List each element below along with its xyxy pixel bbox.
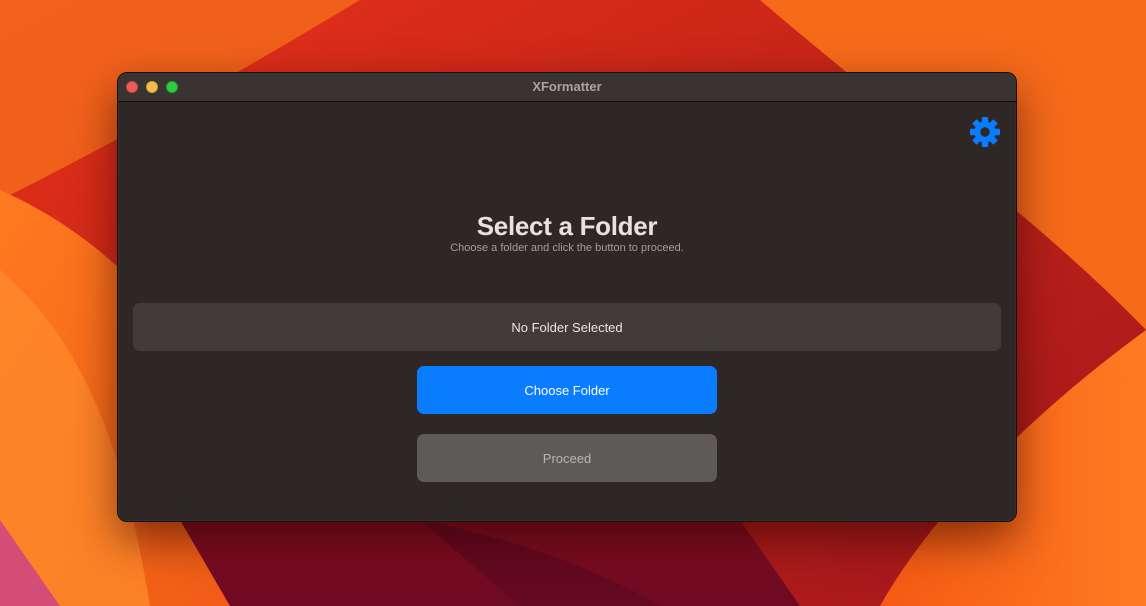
proceed-label: Proceed — [542, 450, 592, 466]
page-subtitle: Choose a folder and click the button to … — [450, 242, 684, 254]
selected-folder-display: No Folder Selected — [133, 303, 1001, 351]
choose-folder-label: Choose Folder — [524, 382, 610, 398]
settings-button[interactable] — [969, 116, 1001, 148]
choose-folder-button[interactable]: Choose Folder — [417, 366, 717, 414]
title-bar[interactable]: XFormatter — [118, 73, 1016, 102]
window-title: XFormatter — [532, 79, 602, 94]
page-title: Select a Folder — [476, 211, 658, 241]
gear-icon — [969, 116, 1001, 148]
proceed-button[interactable]: Proceed — [417, 434, 717, 482]
app-window: XFormatter Select a Folder Choose a fold… — [117, 72, 1017, 522]
selected-folder-label: No Folder Selected — [511, 319, 623, 335]
